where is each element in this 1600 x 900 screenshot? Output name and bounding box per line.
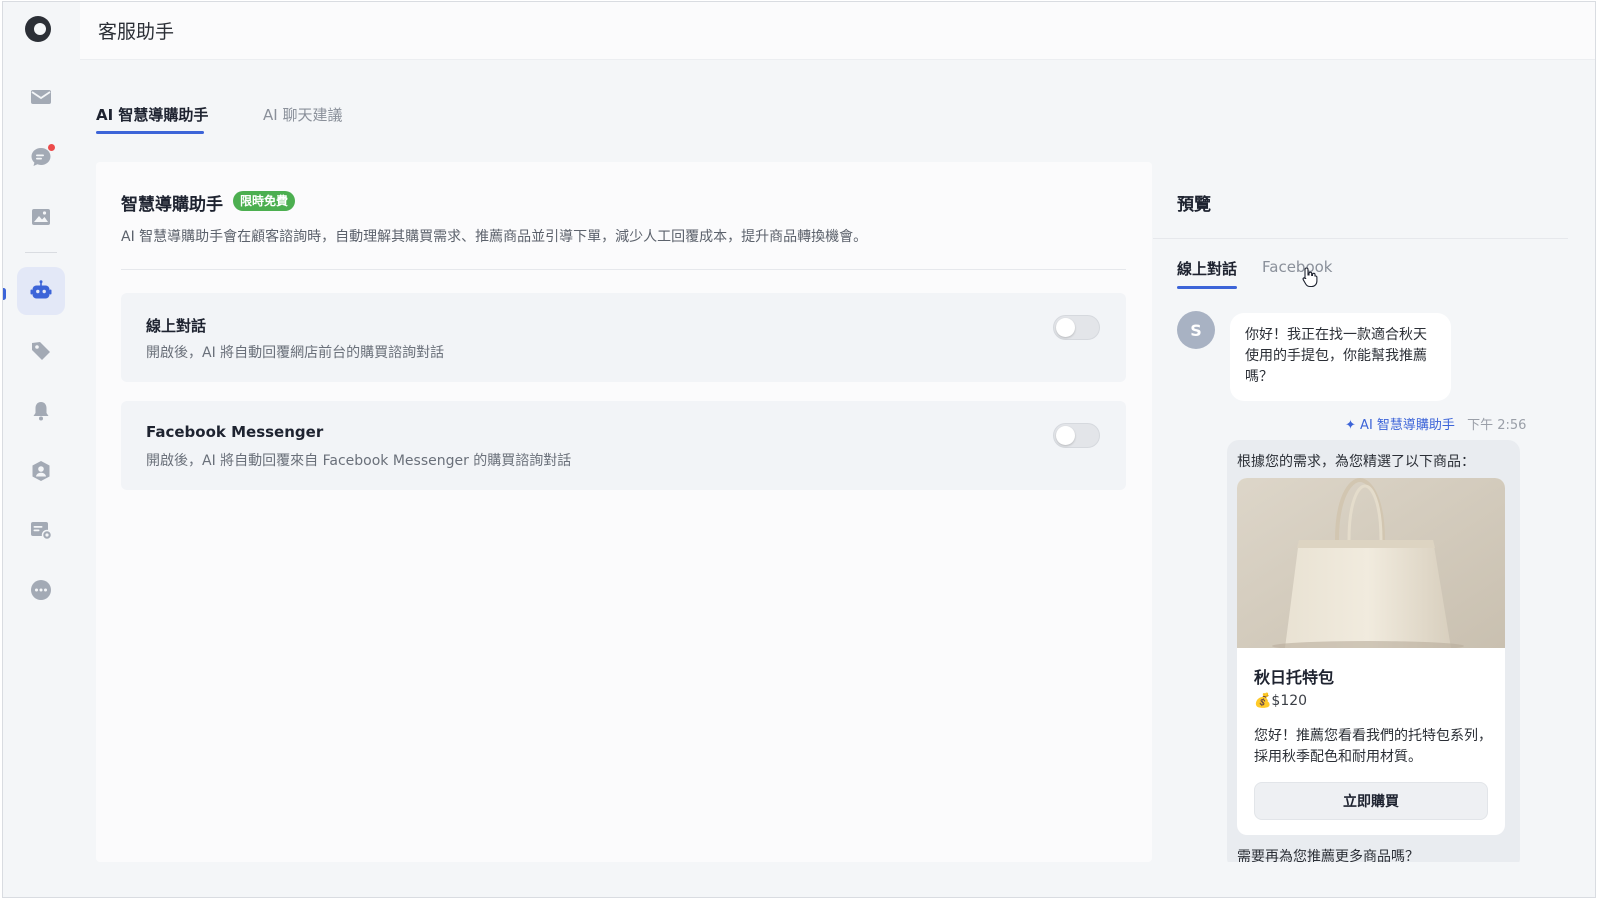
active-tab-underline	[96, 131, 204, 134]
app-logo[interactable]	[25, 16, 51, 42]
bell-icon	[33, 402, 49, 421]
preview-tab-facebook[interactable]: Facebook	[1262, 258, 1332, 276]
ai-assistant-name: AI 智慧導購助手	[1360, 418, 1455, 433]
notification-badge	[47, 143, 56, 152]
page-title: 客服助手	[98, 21, 175, 43]
buy-now-button[interactable]: 立即購買	[1254, 782, 1488, 820]
top-header: 客服助手	[80, 2, 1595, 60]
preview-tab-online-chat[interactable]: 線上對話	[1177, 258, 1237, 279]
sidebar-item-media[interactable]	[17, 193, 65, 241]
online-chat-toggle[interactable]	[1053, 315, 1100, 340]
setting-description: 開啟後，AI 將自動回覆來自 Facebook Messenger 的購買諮詢對…	[146, 453, 572, 469]
mail-icon	[31, 90, 51, 104]
preview-tab-underline	[1177, 286, 1237, 289]
setting-title: 線上對話	[146, 317, 207, 335]
user-shield-icon	[32, 461, 50, 481]
section-description: AI 智慧導購助手會在顧客諮詢時，自動理解其購買需求、推薦商品並引導下單，減少人…	[121, 229, 868, 245]
hand-cursor-icon	[1302, 267, 1318, 288]
sidebar	[3, 2, 80, 897]
more-icon	[31, 580, 51, 600]
preview-title: 預覽	[1177, 195, 1211, 215]
sparkle-icon: ✦	[1345, 418, 1356, 433]
bot-icon	[30, 280, 52, 299]
setting-title: Facebook Messenger	[146, 423, 324, 441]
preview-panel: 預覽 線上對話 Facebook S 你好！我正在找一款適合秋天使用的手提包，你…	[1153, 162, 1568, 862]
setting-card-online-chat: 線上對話 開啟後，AI 將自動回覆網店前台的購買諮詢對話	[121, 293, 1126, 382]
product-card[interactable]: 秋日托特包 💰$120 您好！推薦您看看我們的托特包系列，採用秋季配色和耐用材質…	[1237, 478, 1505, 835]
product-image	[1237, 478, 1505, 648]
setting-card-facebook-messenger: Facebook Messenger 開啟後，AI 將自動回覆來自 Facebo…	[121, 401, 1126, 490]
sidebar-item-messages[interactable]	[17, 73, 65, 121]
sidebar-item-settings[interactable]	[17, 506, 65, 554]
product-price: 💰$120	[1254, 693, 1308, 709]
sidebar-item-notifications[interactable]	[17, 387, 65, 435]
active-indicator	[3, 288, 6, 300]
product-name: 秋日托特包	[1254, 668, 1335, 687]
toggle-knob	[1056, 426, 1075, 445]
sidebar-divider	[25, 252, 57, 253]
tab-ai-chat-suggestions[interactable]: AI 聊天建議	[263, 104, 342, 125]
user-message-bubble: 你好！我正在找一款適合秋天使用的手提包，你能幫我推薦嗎？	[1230, 313, 1451, 401]
tag-icon	[32, 342, 50, 360]
tab-ai-shopping-assistant[interactable]: AI 智慧導購助手	[96, 104, 208, 125]
sidebar-item-tags[interactable]	[17, 327, 65, 375]
product-description: 您好！推薦您看看我們的托特包系列，採用秋季配色和耐用材質。	[1254, 728, 1492, 765]
ai-message-bubble: 根據您的需求，為您精選了以下商品： 秋日托特包 💰$120 您好！推薦您看看我們…	[1227, 440, 1520, 862]
image-icon	[32, 209, 50, 225]
preview-divider	[1153, 238, 1568, 239]
facebook-messenger-toggle[interactable]	[1053, 423, 1100, 448]
sidebar-item-customers[interactable]	[17, 447, 65, 495]
ai-followup-text: 需要再為您推薦更多商品嗎？	[1237, 849, 1419, 862]
sidebar-item-chat[interactable]	[17, 133, 65, 181]
settings-panel: 智慧導購助手 限時免費 AI 智慧導購助手會在顧客諮詢時，自動理解其購買需求、推…	[96, 162, 1152, 862]
section-title: 智慧導購助手	[121, 195, 223, 215]
message-timestamp: 下午 2:56	[1467, 418, 1527, 433]
toggle-knob	[1056, 318, 1075, 337]
section-divider	[121, 269, 1126, 270]
free-badge: 限時免費	[233, 191, 296, 211]
card-settings-icon	[31, 522, 53, 541]
sidebar-item-more[interactable]	[17, 566, 65, 614]
sidebar-item-bot[interactable]	[17, 267, 65, 315]
ai-message-meta: ✦ AI 智慧導購助手 下午 2:56	[1345, 414, 1526, 433]
ai-intro-text: 根據您的需求，為您精選了以下商品：	[1237, 454, 1475, 470]
setting-description: 開啟後，AI 將自動回覆網店前台的購買諮詢對話	[146, 345, 445, 361]
user-avatar: S	[1177, 311, 1215, 349]
app-window: 客服助手 AI 智慧導購助手 AI 聊天建議 智慧導購助手 限時免費 AI 智慧…	[2, 1, 1596, 898]
